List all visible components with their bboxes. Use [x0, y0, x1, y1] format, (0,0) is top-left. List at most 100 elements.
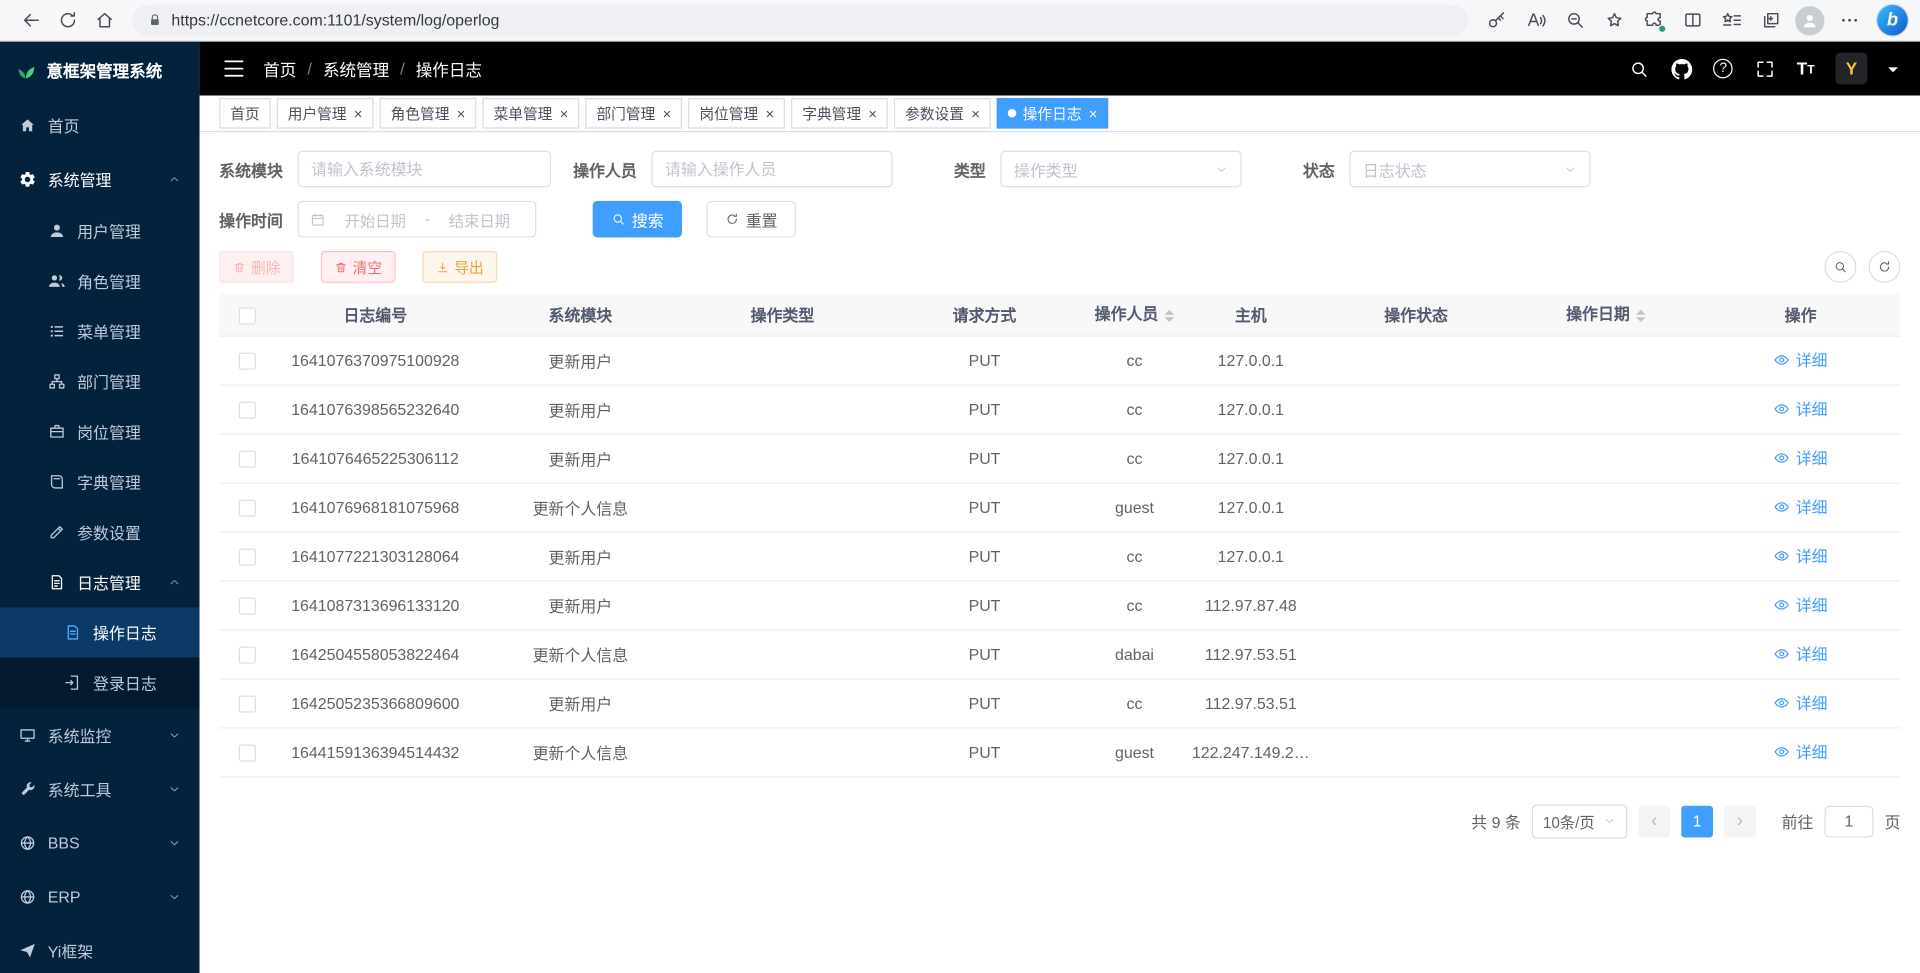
row-checkbox[interactable] — [238, 597, 255, 614]
detail-link[interactable]: 详细 — [1774, 446, 1828, 469]
browser-profile-avatar[interactable] — [1791, 2, 1828, 39]
detail-link[interactable]: 详细 — [1774, 397, 1828, 420]
sidebar-item-role-management[interactable]: 角色管理 — [0, 256, 200, 306]
tab-menu-management[interactable]: 菜单管理× — [483, 98, 580, 129]
hamburger-icon[interactable] — [222, 56, 246, 80]
date-range-picker[interactable]: 开始日期 - 结束日期 — [298, 201, 537, 238]
detail-link[interactable]: 详细 — [1774, 691, 1828, 714]
tab-operation-log[interactable]: 操作日志× — [997, 98, 1108, 129]
reset-button[interactable]: 重置 — [707, 201, 796, 238]
breadcrumb-item[interactable]: 系统管理 — [323, 56, 389, 80]
row-checkbox[interactable] — [238, 646, 255, 663]
sidebar-item-home[interactable]: 首页 — [0, 98, 200, 152]
tab-close-icon[interactable]: × — [560, 106, 569, 121]
sidebar-item-menu-management[interactable]: 菜单管理 — [0, 306, 200, 356]
avatar-caret-icon[interactable] — [1888, 67, 1898, 77]
row-checkbox[interactable] — [238, 401, 255, 418]
prev-page-button[interactable]: ‹ — [1638, 805, 1670, 837]
tab-close-icon[interactable]: × — [354, 106, 363, 121]
sidebar-item-login-log[interactable]: 登录日志 — [0, 658, 200, 708]
detail-link[interactable]: 详细 — [1774, 495, 1828, 518]
row-checkbox[interactable] — [238, 695, 255, 712]
sort-asc-icon[interactable] — [1636, 305, 1646, 315]
row-checkbox[interactable] — [238, 744, 255, 761]
collections-icon[interactable] — [1752, 2, 1789, 39]
tab-department-management[interactable]: 部门管理× — [585, 98, 682, 129]
sort-desc-icon[interactable] — [1164, 317, 1174, 327]
sidebar-item-bbs[interactable]: BBS — [0, 816, 200, 870]
row-checkbox[interactable] — [238, 548, 255, 565]
tab-home[interactable]: 首页 — [219, 98, 270, 129]
type-select[interactable]: 操作类型 — [1000, 151, 1241, 188]
detail-link[interactable]: 详细 — [1774, 593, 1828, 616]
favorites-bar-icon[interactable] — [1713, 2, 1750, 39]
sort-asc-icon[interactable] — [1164, 305, 1174, 315]
address-bar[interactable]: https://ccnetcore.com:1101/system/log/op… — [132, 4, 1468, 36]
help-icon[interactable]: ? — [1713, 59, 1733, 79]
tab-post-management[interactable]: 岗位管理× — [688, 98, 785, 129]
home-button[interactable] — [86, 2, 123, 39]
detail-link[interactable]: 详细 — [1774, 544, 1828, 567]
back-button[interactable] — [12, 2, 49, 39]
sidebar-item-post-management[interactable]: 岗位管理 — [0, 407, 200, 457]
select-all-checkbox[interactable] — [238, 307, 255, 324]
page-1-button[interactable]: 1 — [1681, 805, 1713, 837]
tab-param-settings[interactable]: 参数设置× — [894, 98, 991, 129]
zoom-icon[interactable] — [1556, 2, 1593, 39]
read-aloud-icon[interactable] — [1517, 2, 1554, 39]
export-button[interactable]: 导出 — [422, 251, 497, 283]
module-input[interactable] — [298, 151, 551, 188]
detail-link[interactable]: 详细 — [1774, 740, 1828, 763]
sidebar-item-log-management[interactable]: 日志管理 — [0, 557, 200, 607]
sidebar-item-system-monitor[interactable]: 系统监控 — [0, 708, 200, 762]
sidebar-item-operation-log[interactable]: 操作日志 — [0, 607, 200, 657]
row-checkbox[interactable] — [238, 450, 255, 467]
tab-user-management[interactable]: 用户管理× — [277, 98, 374, 129]
browser-menu-icon[interactable] — [1831, 2, 1868, 39]
bing-icon[interactable]: b — [1877, 5, 1908, 36]
font-size-icon[interactable]: TT — [1797, 60, 1815, 77]
sidebar-item-system-tools[interactable]: 系统工具 — [0, 762, 200, 816]
tab-close-icon[interactable]: × — [457, 106, 466, 121]
github-icon[interactable] — [1671, 58, 1693, 80]
header-search-icon[interactable] — [1628, 58, 1650, 80]
detail-link[interactable]: 详细 — [1774, 348, 1828, 371]
sort-control[interactable] — [1164, 305, 1174, 327]
sidebar-item-dict-management[interactable]: 字典管理 — [0, 457, 200, 507]
sort-desc-icon[interactable] — [1636, 317, 1646, 327]
delete-button[interactable]: 删除 — [219, 251, 294, 283]
user-avatar[interactable]: Y — [1836, 53, 1868, 85]
next-page-button[interactable]: › — [1724, 805, 1756, 837]
goto-page-input[interactable] — [1824, 805, 1873, 837]
tab-close-icon[interactable]: × — [971, 106, 980, 121]
tab-role-management[interactable]: 角色管理× — [380, 98, 477, 129]
row-checkbox[interactable] — [238, 499, 255, 516]
tab-close-icon[interactable]: × — [765, 106, 774, 121]
clear-button[interactable]: 清空 — [321, 251, 396, 283]
sidebar-item-system-management[interactable]: 系统管理 — [0, 152, 200, 206]
extensions-icon[interactable] — [1635, 2, 1672, 39]
reload-button[interactable] — [49, 2, 86, 39]
page-size-select[interactable]: 10条/页 — [1532, 804, 1628, 838]
split-screen-icon[interactable] — [1674, 2, 1711, 39]
sidebar-item-erp[interactable]: ERP — [0, 869, 200, 923]
detail-link[interactable]: 详细 — [1774, 642, 1828, 665]
operator-input[interactable] — [651, 151, 892, 188]
refresh-table-button[interactable] — [1869, 251, 1901, 283]
search-button[interactable]: 搜索 — [593, 201, 682, 238]
tab-dict-management[interactable]: 字典管理× — [791, 98, 888, 129]
sidebar-item-yi-framework[interactable]: Yi框架 — [0, 923, 200, 973]
tab-close-icon[interactable]: × — [1089, 106, 1098, 121]
sidebar-item-department-management[interactable]: 部门管理 — [0, 356, 200, 406]
tab-close-icon[interactable]: × — [868, 106, 877, 121]
fullscreen-icon[interactable] — [1754, 58, 1776, 80]
sort-control[interactable] — [1636, 305, 1646, 327]
toggle-search-button[interactable] — [1824, 251, 1856, 283]
status-select[interactable]: 日志状态 — [1349, 151, 1590, 188]
sidebar-item-param-settings[interactable]: 参数设置 — [0, 507, 200, 557]
row-checkbox[interactable] — [238, 352, 255, 369]
sidebar-item-user-management[interactable]: 用户管理 — [0, 206, 200, 256]
password-key-icon[interactable] — [1478, 2, 1515, 39]
breadcrumb-item[interactable]: 首页 — [263, 56, 296, 80]
tab-close-icon[interactable]: × — [663, 106, 672, 121]
